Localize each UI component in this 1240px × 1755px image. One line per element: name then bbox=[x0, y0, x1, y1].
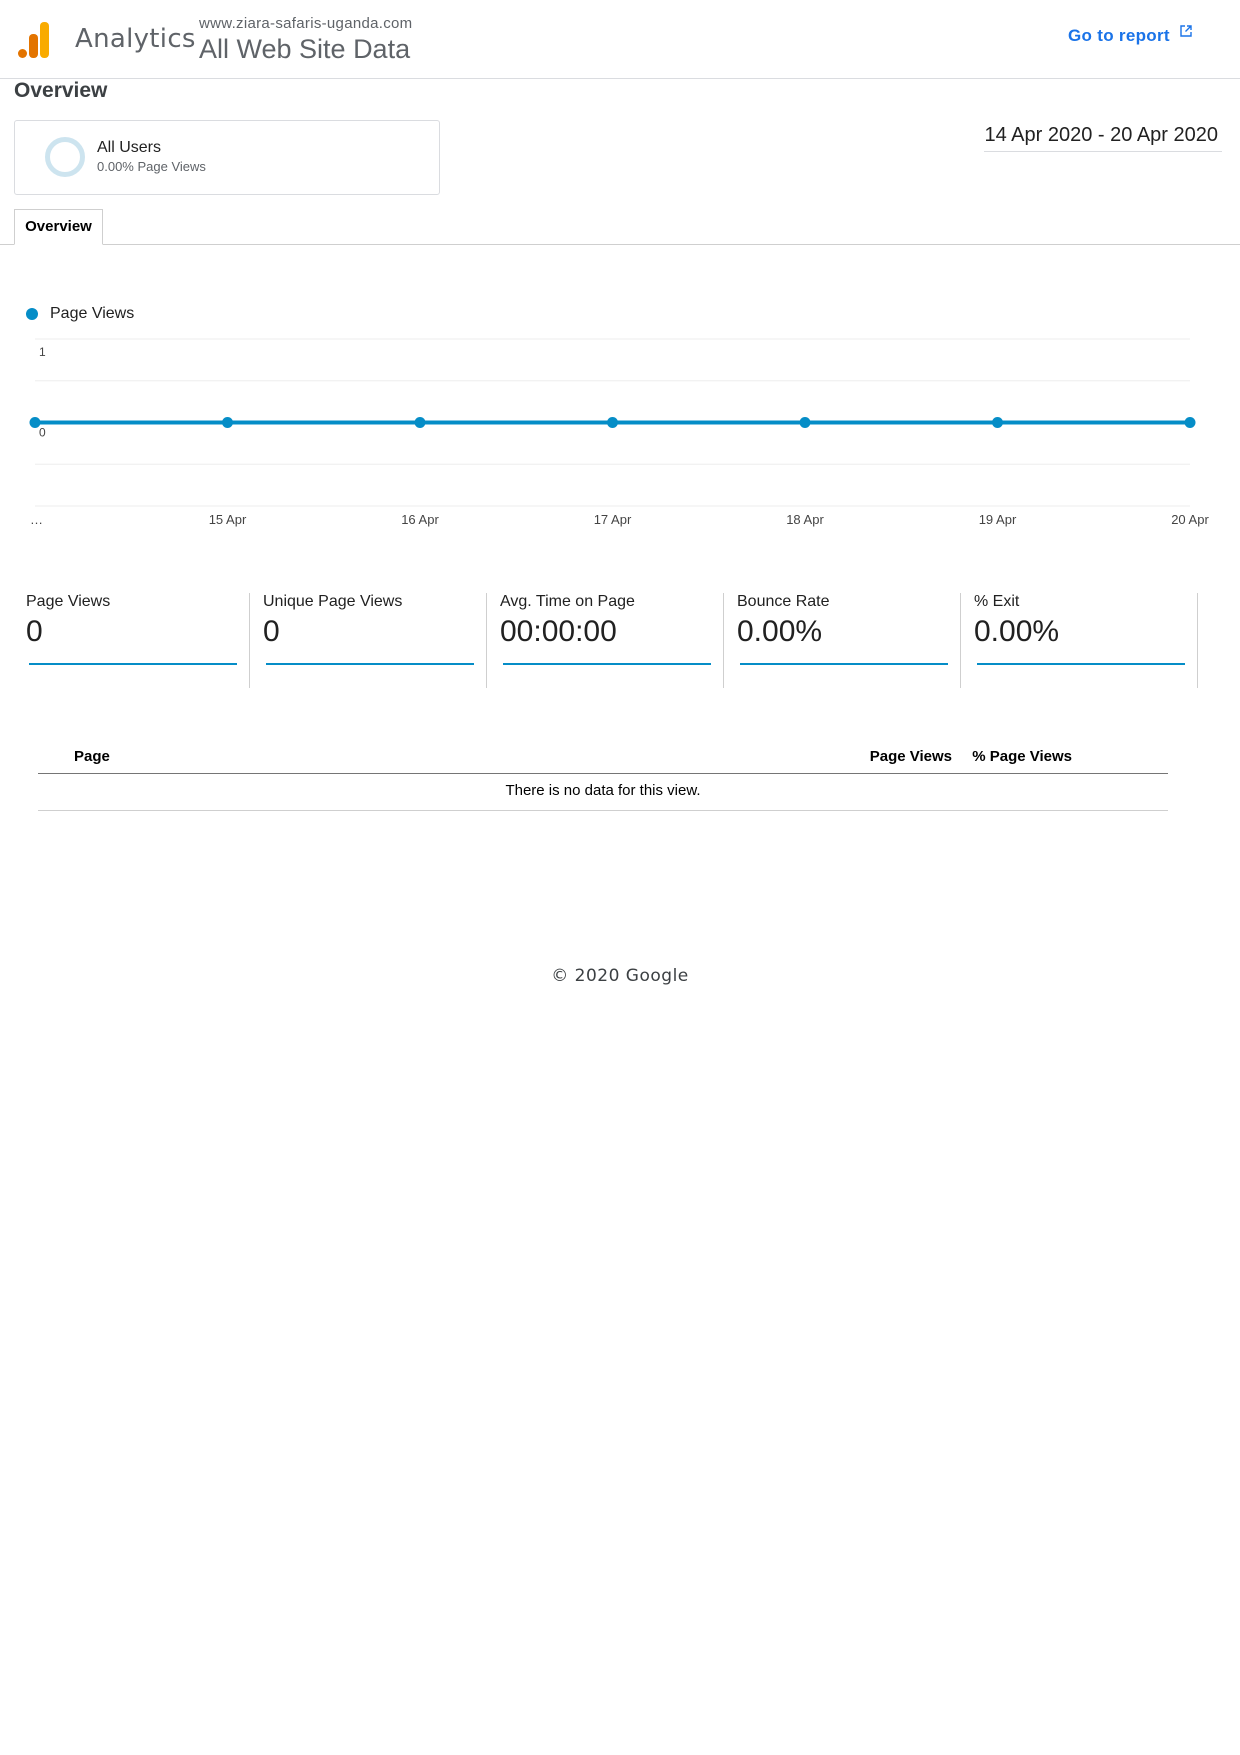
metric-sparkline bbox=[503, 663, 711, 665]
page-title: Overview bbox=[14, 79, 108, 102]
data-point[interactable] bbox=[222, 417, 233, 428]
data-point[interactable] bbox=[414, 417, 426, 428]
column-header-pct-page-views[interactable]: % Page Views bbox=[972, 748, 1072, 765]
pages-table: Page Page Views % Page Views There is no… bbox=[38, 748, 1168, 811]
tab-divider bbox=[0, 244, 1240, 245]
brand-name: Analytics bbox=[75, 24, 196, 54]
go-to-report-link[interactable]: Go to report bbox=[1068, 25, 1192, 46]
data-point[interactable] bbox=[1184, 417, 1196, 428]
metric-label: Page Views bbox=[26, 593, 111, 610]
metric-value: 0 bbox=[26, 615, 43, 648]
view-name: All Web Site Data bbox=[199, 34, 411, 64]
metric-label: Avg. Time on Page bbox=[500, 593, 635, 610]
x-tick-label: 18 Apr bbox=[786, 512, 824, 527]
metric-avg-time-on-page[interactable]: Avg. Time on Page 00:00:00 bbox=[488, 593, 724, 688]
footer-copyright: © 2020 Google bbox=[551, 966, 689, 986]
table-header: Page Page Views % Page Views bbox=[38, 748, 1168, 774]
external-link-icon bbox=[1180, 25, 1192, 37]
metric-label: Bounce Rate bbox=[737, 593, 830, 610]
metric-sparkline bbox=[740, 663, 948, 665]
x-tick-label: 20 Apr bbox=[1171, 512, 1209, 527]
go-to-report-label: Go to report bbox=[1068, 26, 1170, 45]
metric-value: 00:00:00 bbox=[500, 615, 617, 648]
segment-name: All Users bbox=[97, 139, 162, 156]
data-point[interactable] bbox=[29, 417, 41, 428]
chart-legend: Page Views bbox=[26, 305, 134, 323]
segment-ring-icon bbox=[45, 137, 85, 177]
x-tick-label: 19 Apr bbox=[979, 512, 1017, 527]
y-tick-label: 1 bbox=[39, 345, 46, 359]
segment-subtitle: 0.00% Page Views bbox=[97, 159, 206, 174]
legend-dot-icon bbox=[26, 308, 38, 320]
metric-sparkline bbox=[29, 663, 237, 665]
date-range[interactable]: 14 Apr 2020 - 20 Apr 2020 bbox=[984, 124, 1222, 152]
table-empty-message: There is no data for this view. bbox=[38, 774, 1168, 811]
data-point[interactable] bbox=[607, 417, 618, 428]
metrics-row: Page Views 0 Unique Page Views 0 Avg. Ti… bbox=[14, 593, 1199, 688]
report-header: Analytics www.ziara-safaris-uganda.com A… bbox=[0, 0, 1240, 79]
metric-page-views[interactable]: Page Views 0 bbox=[14, 593, 250, 688]
metric-value: 0.00% bbox=[974, 615, 1060, 648]
analytics-logo-icon bbox=[18, 22, 49, 58]
metric-label: Unique Page Views bbox=[263, 593, 403, 610]
tab-overview[interactable]: Overview bbox=[14, 209, 103, 245]
site-url: www.ziara-safaris-uganda.com bbox=[199, 15, 413, 32]
x-tick-label: … bbox=[30, 512, 43, 527]
metric-label: % Exit bbox=[974, 593, 1020, 610]
page-views-chart: 1 0 … 15 Apr 16 Apr 17 Apr 18 Apr 19 Apr 20 Apr bbox=[29, 338, 1209, 527]
x-tick-label: 16 Apr bbox=[401, 512, 439, 527]
metric-bounce-rate[interactable]: Bounce Rate 0.00% bbox=[725, 593, 961, 688]
metric-unique-page-views[interactable]: Unique Page Views 0 bbox=[251, 593, 487, 688]
x-tick-label: 17 Apr bbox=[594, 512, 632, 527]
segment-card[interactable]: All Users 0.00% Page Views bbox=[14, 120, 440, 195]
column-header-page[interactable]: Page bbox=[74, 748, 110, 765]
metric-sparkline bbox=[977, 663, 1185, 665]
data-point[interactable] bbox=[799, 417, 811, 428]
y-tick-label: 0 bbox=[39, 426, 46, 440]
metric-exit-rate[interactable]: % Exit 0.00% bbox=[962, 593, 1198, 688]
metric-value: 0.00% bbox=[737, 615, 823, 648]
data-point[interactable] bbox=[992, 417, 1003, 428]
metric-value: 0 bbox=[263, 615, 280, 648]
column-header-page-views[interactable]: Page Views bbox=[870, 748, 952, 765]
metric-sparkline bbox=[266, 663, 474, 665]
legend-label: Page Views bbox=[50, 305, 135, 322]
x-tick-label: 15 Apr bbox=[209, 512, 247, 527]
